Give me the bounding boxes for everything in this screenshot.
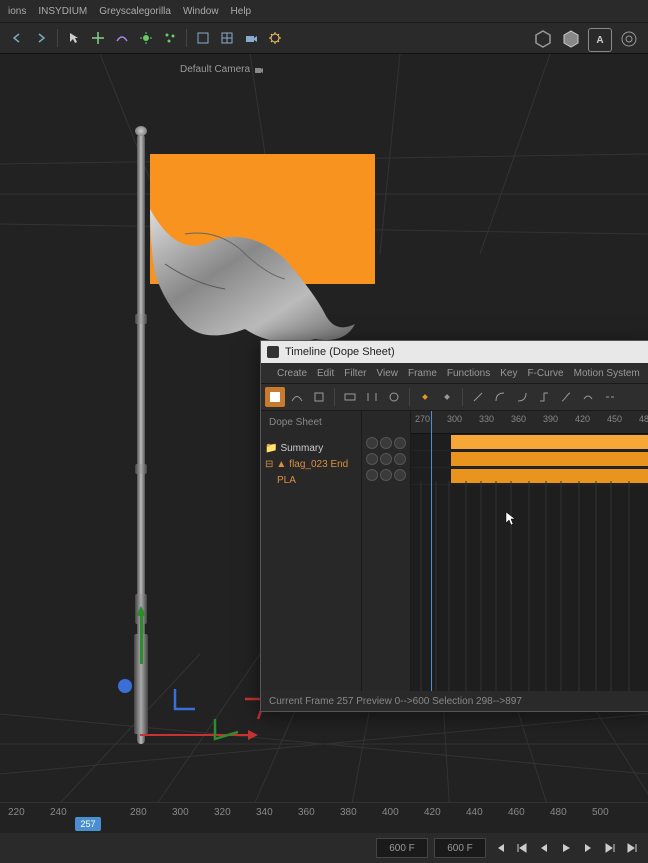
tl-menu-item[interactable]: View <box>376 368 398 379</box>
tl-menu-item[interactable]: Motion System <box>574 368 640 379</box>
toggle-icon[interactable] <box>380 453 392 465</box>
toggle-icon[interactable] <box>380 469 392 481</box>
curve-ease-button[interactable] <box>490 387 510 407</box>
toggle-icon[interactable] <box>366 437 378 449</box>
fcurve-mode-button[interactable] <box>287 387 307 407</box>
toggle-icon[interactable] <box>394 469 406 481</box>
main-timeline[interactable]: 220 240 280 300 320 340 360 380 400 420 … <box>0 802 648 833</box>
layout-buttons: A <box>532 28 640 52</box>
curve-spline-button[interactable] <box>556 387 576 407</box>
null-icon: ▲ <box>276 459 286 470</box>
waveform-background <box>411 481 648 691</box>
undo-button[interactable] <box>6 27 28 49</box>
timeline-ruler[interactable]: 270 300 330 360 390 420 450 480 <box>411 411 648 434</box>
tl-menu-item[interactable]: Functions <box>447 368 490 379</box>
timeline-menubar: Create Edit Filter View Frame Functions … <box>261 363 648 384</box>
curve-step-button[interactable] <box>534 387 554 407</box>
track-area[interactable]: 270 300 330 360 390 420 450 480 <box>411 411 648 691</box>
spline-tool[interactable] <box>111 27 133 49</box>
menu-item[interactable]: INSYDIUM <box>38 6 87 17</box>
summary-bar[interactable] <box>411 434 648 451</box>
frame-sel-button[interactable] <box>362 387 382 407</box>
frame-all-button[interactable] <box>340 387 360 407</box>
floor-tool[interactable] <box>192 27 214 49</box>
settings-icon[interactable] <box>618 28 640 50</box>
timeline-titlebar[interactable]: Timeline (Dope Sheet) <box>261 341 648 363</box>
layout-model-icon[interactable] <box>560 28 582 50</box>
timeline-status: Current Frame 257 Preview 0-->600 Select… <box>269 696 522 707</box>
grid-tool[interactable] <box>216 27 238 49</box>
object-bar[interactable] <box>411 451 648 468</box>
tl-menu-item[interactable]: Create <box>277 368 307 379</box>
menu-item[interactable]: Help <box>231 6 252 17</box>
curve-linear-button[interactable] <box>468 387 488 407</box>
y-axis-handle[interactable] <box>140 614 143 664</box>
menubar: ions INSYDIUM Greyscalegorilla Window He… <box>0 0 648 23</box>
track-list: Dope Sheet 📁 Summary ⊟ ▲ flag_023 End PL… <box>261 411 362 691</box>
summary-track[interactable]: 📁 Summary <box>261 440 361 456</box>
rot-y-handle[interactable] <box>215 719 238 739</box>
dopesheet-mode-button[interactable] <box>265 387 285 407</box>
motion-mode-button[interactable] <box>309 387 329 407</box>
key-tool[interactable] <box>415 387 435 407</box>
tl-menu-item[interactable]: F-Curve <box>527 368 563 379</box>
toggle-icon[interactable] <box>394 453 406 465</box>
timeline-title-text: Timeline (Dope Sheet) <box>285 346 395 358</box>
dopesheet-label: Dope Sheet <box>261 411 361 434</box>
pla-track[interactable]: PLA <box>261 472 361 488</box>
link-button[interactable] <box>384 387 404 407</box>
toggle-icon[interactable] <box>366 469 378 481</box>
rot-z-handle[interactable] <box>175 689 195 709</box>
render-tool[interactable] <box>264 27 286 49</box>
menu-item[interactable]: ions <box>8 6 26 17</box>
camera-tool[interactable] <box>240 27 262 49</box>
expand-icon[interactable]: ⊟ <box>265 459 273 470</box>
curve-ease2-button[interactable] <box>512 387 532 407</box>
curve-break-button[interactable] <box>600 387 620 407</box>
prev-frame-button[interactable] <box>536 840 552 856</box>
viewport[interactable]: Default Camera <box>0 54 648 814</box>
next-frame-button[interactable] <box>580 840 596 856</box>
prev-key-button[interactable] <box>514 840 530 856</box>
current-frame-field[interactable]: 600 F <box>376 838 428 858</box>
move-tool[interactable] <box>87 27 109 49</box>
main-playhead[interactable]: 257 <box>75 817 101 831</box>
tl-menu-item[interactable]: Filter <box>344 368 366 379</box>
layout-standard-icon[interactable] <box>532 28 554 50</box>
tl-menu-item[interactable]: Edit <box>317 368 334 379</box>
mouse-cursor-icon <box>505 511 517 527</box>
light-tool[interactable] <box>135 27 157 49</box>
object-track[interactable]: ⊟ ▲ flag_023 End <box>261 456 361 472</box>
select-tool[interactable] <box>63 27 85 49</box>
toggle-icon[interactable] <box>366 453 378 465</box>
end-frame-field[interactable]: 600 F <box>434 838 486 858</box>
timeline-toolbar <box>261 384 648 411</box>
track-toggles <box>362 411 411 691</box>
key-tool-2[interactable] <box>437 387 457 407</box>
app-icon <box>267 346 279 358</box>
next-key-button[interactable] <box>602 840 618 856</box>
z-axis-handle[interactable] <box>118 679 132 693</box>
goto-end-button[interactable] <box>624 840 640 856</box>
play-button[interactable] <box>558 840 574 856</box>
tl-menu-item[interactable]: Frame <box>408 368 437 379</box>
menu-item[interactable]: Greyscalegorilla <box>99 6 171 17</box>
redo-button[interactable] <box>30 27 52 49</box>
camera-label: Default Camera <box>180 64 264 75</box>
timeline-panel: Timeline (Dope Sheet) Create Edit Filter… <box>260 340 648 712</box>
camera-icon <box>254 65 264 75</box>
tl-menu-item[interactable]: Key <box>500 368 517 379</box>
particle-tool[interactable] <box>159 27 181 49</box>
layout-letter-a[interactable]: A <box>588 28 612 52</box>
transport-bar: 600 F 600 F <box>0 833 648 863</box>
curve-auto-button[interactable] <box>578 387 598 407</box>
toggle-icon[interactable] <box>380 437 392 449</box>
toggle-icon[interactable] <box>394 437 406 449</box>
goto-start-button[interactable] <box>492 840 508 856</box>
menu-item[interactable]: Window <box>183 6 219 17</box>
folder-icon: 📁 <box>265 443 277 454</box>
